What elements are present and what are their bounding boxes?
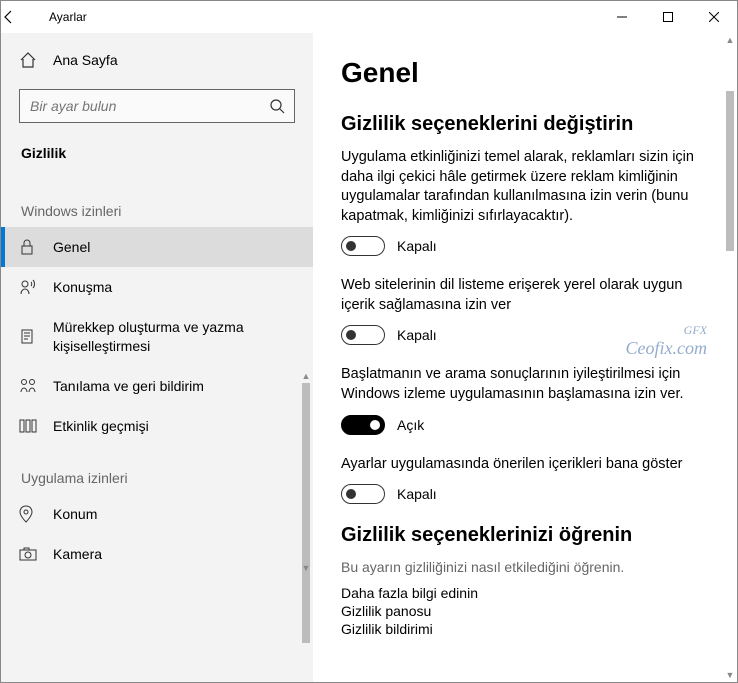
content-scroll: Genel Gizlilik seçeneklerini değiştirin …	[313, 33, 737, 682]
setting-desc-app-launch-tracking: Başlatmanın ve arama sonuçlarının iyileş…	[341, 365, 701, 404]
link-privacy-dashboard[interactable]: Gizlilik panosu	[341, 603, 709, 619]
sidebar-item-speech[interactable]: Konuşma	[1, 267, 313, 307]
link-learn-more[interactable]: Daha fazla bilgi edinin	[341, 585, 709, 601]
settings-window: Ayarlar Ana Sayfa	[0, 0, 738, 683]
activity-icon	[19, 418, 39, 434]
home-label: Ana Sayfa	[53, 52, 118, 68]
setting-desc-advertising-id: Uygulama etkinliğinizi temel alarak, rek…	[341, 148, 701, 226]
toggle-state-label: Kapalı	[397, 238, 437, 254]
sidebar-group-windows-permissions: Windows izinleri	[1, 179, 313, 227]
section-subtext: Bu ayarın gizliliğinizi nasıl etkilediği…	[341, 559, 709, 575]
search-input[interactable]	[20, 98, 260, 114]
sidebar-item-general[interactable]: Genel	[1, 227, 313, 267]
toggle-suggested-content[interactable]	[341, 484, 385, 504]
feedback-icon	[19, 377, 39, 395]
toggle-state-label: Kapalı	[397, 486, 437, 502]
window-body: Ana Sayfa Gizlilik Windows izinleri Gene…	[1, 33, 737, 682]
toggle-row-suggested-content: Kapalı	[341, 484, 709, 504]
content-scrollbar[interactable]: ▲ ▼	[723, 33, 737, 682]
sidebar-item-inking[interactable]: Mürekkep oluşturma ve yazma kişiselleşti…	[1, 307, 313, 365]
toggle-row-app-launch-tracking: Açık	[341, 415, 709, 435]
titlebar: Ayarlar	[1, 1, 737, 33]
setting-desc-language-list: Web sitelerinin dil listeme erişerek yer…	[341, 276, 701, 315]
search-box[interactable]	[19, 89, 295, 123]
setting-desc-suggested-content: Ayarlar uygulamasında önerilen içerikler…	[341, 455, 701, 475]
content-pane: Genel Gizlilik seçeneklerini değiştirin …	[313, 33, 737, 682]
scrollbar-thumb[interactable]	[302, 383, 310, 643]
search-icon	[260, 98, 294, 114]
scroll-up-icon[interactable]: ▲	[723, 33, 737, 47]
sidebar: Ana Sayfa Gizlilik Windows izinleri Gene…	[1, 33, 313, 682]
sidebar-item-label: Konuşma	[53, 278, 295, 296]
section-heading-learn-privacy: Gizlilik seçeneklerinizi öğrenin	[341, 524, 709, 547]
maximize-button[interactable]	[645, 1, 691, 33]
home-link[interactable]: Ana Sayfa	[1, 41, 313, 79]
sidebar-item-activity-history[interactable]: Etkinlik geçmişi	[1, 406, 313, 446]
sidebar-group-app-permissions: Uygulama izinleri	[1, 446, 313, 494]
sidebar-item-label: Kamera	[53, 545, 295, 563]
window-controls	[599, 1, 737, 33]
toggle-state-label: Kapalı	[397, 327, 437, 343]
sidebar-item-location[interactable]: Konum	[1, 494, 313, 534]
home-icon	[19, 51, 39, 69]
scroll-up-icon[interactable]: ▲	[299, 369, 313, 383]
sidebar-item-label: Tanılama ve geri bildirim	[53, 377, 295, 395]
sidebar-item-diagnostics[interactable]: Tanılama ve geri bildirim	[1, 366, 313, 406]
window-title: Ayarlar	[49, 10, 87, 24]
location-icon	[19, 505, 39, 523]
toggle-app-launch-tracking[interactable]	[341, 415, 385, 435]
page-title: Genel	[341, 57, 709, 89]
close-button[interactable]	[691, 1, 737, 33]
sidebar-scrollbar[interactable]: ▲ ▼	[299, 369, 313, 575]
toggle-row-language-list: Kapalı	[341, 325, 709, 345]
toggle-state-label: Açık	[397, 417, 424, 433]
scroll-down-icon[interactable]: ▼	[299, 561, 313, 575]
camera-icon	[19, 547, 39, 561]
back-button[interactable]	[1, 9, 41, 25]
scrollbar-thumb[interactable]	[726, 91, 734, 251]
speech-icon	[19, 278, 39, 296]
sidebar-item-label: Genel	[53, 238, 295, 256]
sidebar-item-label: Etkinlik geçmişi	[53, 417, 295, 435]
toggle-advertising-id[interactable]	[341, 236, 385, 256]
minimize-button[interactable]	[599, 1, 645, 33]
link-privacy-statement[interactable]: Gizlilik bildirimi	[341, 621, 709, 637]
toggle-language-list[interactable]	[341, 325, 385, 345]
sidebar-item-label: Mürekkep oluşturma ve yazma kişiselleşti…	[53, 318, 295, 354]
toggle-row-advertising-id: Kapalı	[341, 236, 709, 256]
ink-icon	[19, 328, 39, 346]
section-heading-change-privacy: Gizlilik seçeneklerini değiştirin	[341, 113, 709, 136]
sidebar-category: Gizlilik	[1, 137, 313, 179]
sidebar-item-camera[interactable]: Kamera	[1, 534, 313, 574]
scroll-down-icon[interactable]: ▼	[723, 668, 737, 682]
sidebar-item-label: Konum	[53, 505, 295, 523]
lock-icon	[19, 238, 39, 256]
